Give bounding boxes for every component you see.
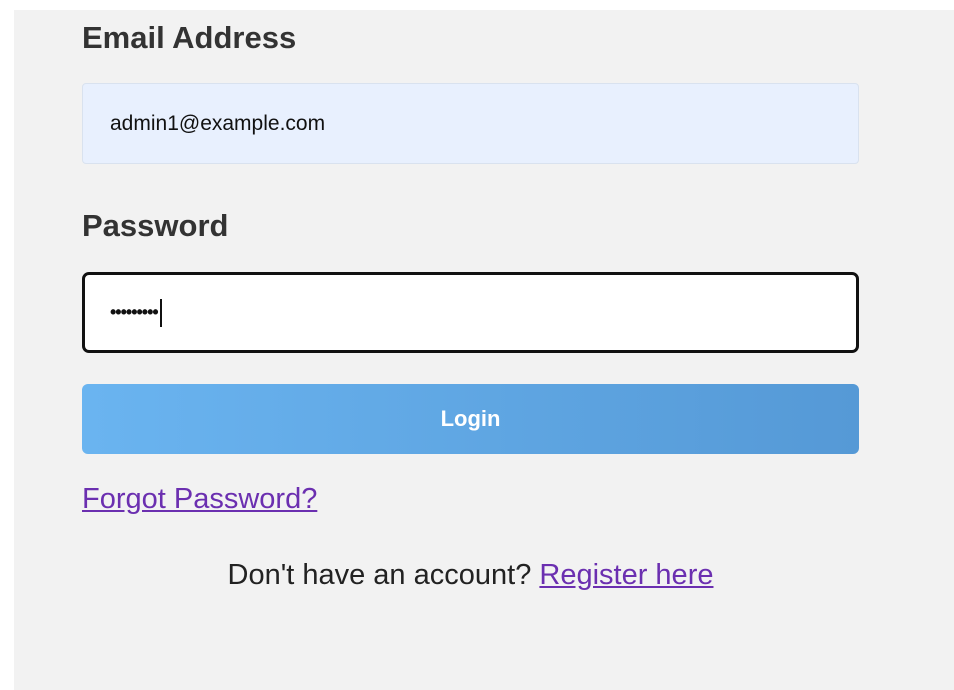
login-form-card: Email Address admin1@example.com Passwor… <box>14 10 954 690</box>
register-prompt-text: Don't have an account? <box>227 559 540 591</box>
register-link[interactable]: Register here <box>539 559 713 591</box>
forgot-password-link[interactable]: Forgot Password? <box>82 483 317 516</box>
email-field[interactable]: admin1@example.com <box>82 83 859 164</box>
email-label: Email Address <box>82 20 297 55</box>
register-prompt-row: Don't have an account? Register here <box>82 559 859 592</box>
password-masked-value: ••••••••• <box>110 302 159 322</box>
text-caret <box>159 298 162 327</box>
password-label: Password <box>82 208 229 243</box>
login-button[interactable]: Login <box>82 384 859 454</box>
password-field[interactable]: ••••••••• <box>82 272 859 353</box>
email-value: admin1@example.com <box>110 111 326 135</box>
